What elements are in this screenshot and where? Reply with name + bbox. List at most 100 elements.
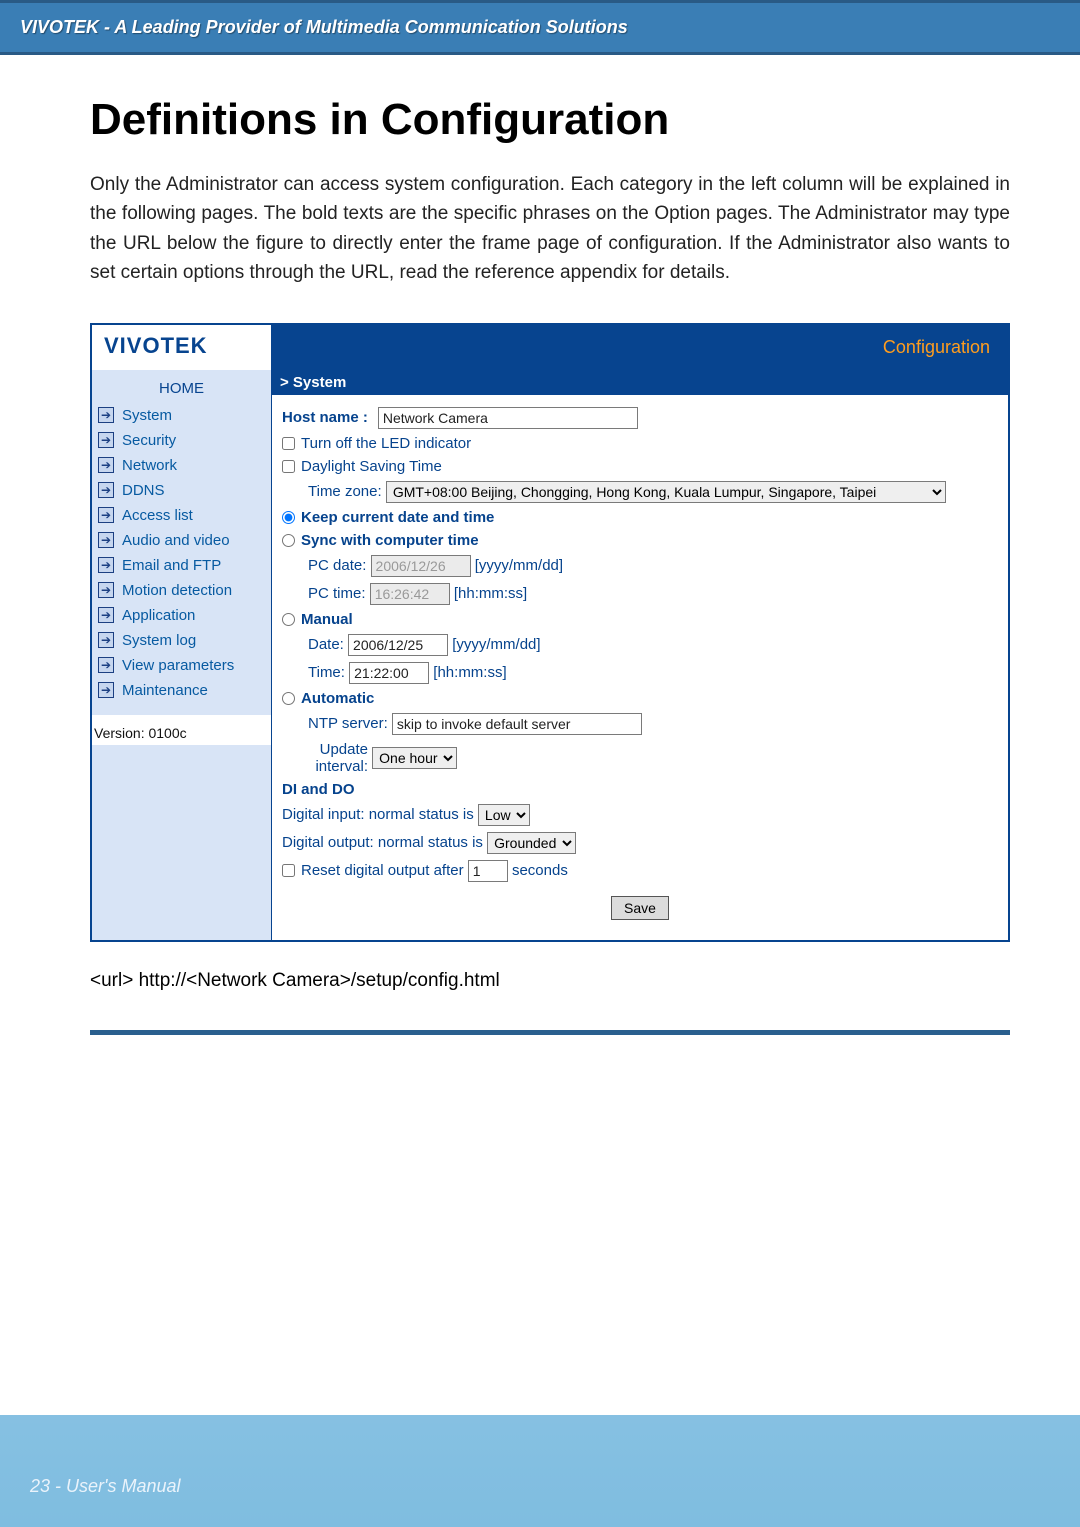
sidebar-item-security[interactable]: ➔ Security: [92, 428, 271, 453]
keep-current-radio[interactable]: [282, 511, 295, 524]
do-label: Digital output: normal status is: [282, 834, 483, 851]
manual-time-input[interactable]: [349, 662, 429, 684]
sidebar-item-label: Access list: [122, 507, 193, 524]
sidebar-item-email-ftp[interactable]: ➔ Email and FTP: [92, 553, 271, 578]
timezone-row: Time zone: GMT+08:00 Beijing, Chongging,…: [308, 481, 998, 503]
manual-time-row: Time: [hh:mm:ss]: [308, 662, 998, 684]
arrow-icon: ➔: [98, 657, 114, 673]
arrow-icon: ➔: [98, 607, 114, 623]
sidebar-item-view-parameters[interactable]: ➔ View parameters: [92, 653, 271, 678]
save-button[interactable]: Save: [611, 896, 669, 920]
pc-time-label: PC time:: [308, 585, 366, 602]
sidebar-item-access-list[interactable]: ➔ Access list: [92, 503, 271, 528]
doc-header: VIVOTEK - A Leading Provider of Multimed…: [0, 0, 1080, 55]
di-row: Digital input: normal status is Low: [282, 804, 998, 826]
turn-off-led-label: Turn off the LED indicator: [301, 435, 471, 452]
system-section-bar: > System: [272, 370, 1008, 395]
sidebar-item-label: DDNS: [122, 482, 165, 499]
manual-radio[interactable]: [282, 613, 295, 626]
pc-date-row: PC date: [yyyy/mm/dd]: [308, 555, 998, 577]
sync-computer-label: Sync with computer time: [301, 532, 479, 549]
sidebar-item-label: Audio and video: [122, 532, 230, 549]
config-panel: VIVOTEK Configuration HOME ➔ System ➔ Se…: [90, 323, 1010, 942]
update-interval-label: Update interval:: [308, 741, 368, 775]
ntp-label: NTP server:: [308, 715, 388, 732]
do-select[interactable]: Grounded: [487, 832, 576, 854]
pc-time-hint: [hh:mm:ss]: [454, 585, 527, 602]
sync-computer-radio[interactable]: [282, 534, 295, 547]
manual-date-row: Date: [yyyy/mm/dd]: [308, 634, 998, 656]
host-name-label: Host name :: [282, 409, 368, 426]
url-line: <url> http://<Network Camera>/setup/conf…: [90, 970, 1010, 992]
sidebar-item-network[interactable]: ➔ Network: [92, 453, 271, 478]
di-do-header: DI and DO: [282, 781, 998, 798]
arrow-icon: ➔: [98, 482, 114, 498]
led-row: Turn off the LED indicator: [282, 435, 998, 452]
arrow-icon: ➔: [98, 632, 114, 648]
sidebar-item-maintenance[interactable]: ➔ Maintenance: [92, 678, 271, 703]
reset-unit: seconds: [512, 862, 568, 879]
sidebar-item-motion-detection[interactable]: ➔ Motion detection: [92, 578, 271, 603]
footer-rule: [90, 1030, 1010, 1035]
update-interval-row: Update interval: One hour: [308, 741, 998, 775]
automatic-row: Automatic: [282, 690, 998, 707]
manual-time-label: Time:: [308, 664, 345, 681]
ntp-input[interactable]: [392, 713, 642, 735]
pc-date-label: PC date:: [308, 557, 366, 574]
pc-time-input: [370, 583, 450, 605]
sidebar-item-system-log[interactable]: ➔ System log: [92, 628, 271, 653]
config-top-row: VIVOTEK Configuration: [92, 325, 1008, 370]
ntp-row: NTP server:: [308, 713, 998, 735]
sidebar-item-label: System log: [122, 632, 196, 649]
intro-paragraph: Only the Administrator can access system…: [90, 170, 1010, 288]
reset-checkbox[interactable]: [282, 864, 295, 877]
config-body: HOME ➔ System ➔ Security ➔ Network ➔ DDN…: [92, 370, 1008, 940]
sidebar-item-label: Network: [122, 457, 177, 474]
daylight-row: Daylight Saving Time: [282, 458, 998, 475]
sync-computer-row: Sync with computer time: [282, 532, 998, 549]
do-row: Digital output: normal status is Grounde…: [282, 832, 998, 854]
pc-time-row: PC time: [hh:mm:ss]: [308, 583, 998, 605]
manual-time-hint: [hh:mm:ss]: [433, 664, 506, 681]
arrow-icon: ➔: [98, 407, 114, 423]
vivotek-logo: VIVOTEK: [104, 333, 208, 358]
sidebar-item-application[interactable]: ➔ Application: [92, 603, 271, 628]
page-title: Definitions in Configuration: [90, 95, 1010, 145]
sidebar-home[interactable]: HOME: [92, 374, 271, 403]
manual-date-input[interactable]: [348, 634, 448, 656]
page-body: Definitions in Configuration Only the Ad…: [0, 55, 1080, 1415]
sidebar-item-label: Application: [122, 607, 195, 624]
reset-input[interactable]: [468, 860, 508, 882]
reset-row: Reset digital output after seconds: [282, 860, 998, 882]
arrow-icon: ➔: [98, 582, 114, 598]
keep-current-row: Keep current date and time: [282, 509, 998, 526]
update-interval-select[interactable]: One hour: [372, 747, 457, 769]
di-select[interactable]: Low: [478, 804, 530, 826]
timezone-select[interactable]: GMT+08:00 Beijing, Chongging, Hong Kong,…: [386, 481, 946, 503]
daylight-checkbox[interactable]: [282, 460, 295, 473]
automatic-radio[interactable]: [282, 692, 295, 705]
page-footer: 23 - User's Manual: [30, 1476, 181, 1497]
manual-date-label: Date:: [308, 636, 344, 653]
sidebar-item-label: View parameters: [122, 657, 234, 674]
pc-date-hint: [yyyy/mm/dd]: [475, 557, 563, 574]
sidebar-item-ddns[interactable]: ➔ DDNS: [92, 478, 271, 503]
timezone-label: Time zone:: [308, 483, 382, 500]
sidebar-item-label: Motion detection: [122, 582, 232, 599]
sidebar-item-label: Maintenance: [122, 682, 208, 699]
arrow-icon: ➔: [98, 432, 114, 448]
arrow-icon: ➔: [98, 557, 114, 573]
turn-off-led-checkbox[interactable]: [282, 437, 295, 450]
di-label: Digital input: normal status is: [282, 806, 474, 823]
sidebar-item-label: Email and FTP: [122, 557, 221, 574]
sidebar-item-system[interactable]: ➔ System: [92, 403, 271, 428]
save-row: Save: [282, 896, 998, 920]
arrow-icon: ➔: [98, 532, 114, 548]
config-main: > System Host name : Turn off the LED in…: [272, 370, 1008, 940]
manual-row: Manual: [282, 611, 998, 628]
sidebar-item-audio-video[interactable]: ➔ Audio and video: [92, 528, 271, 553]
sidebar-item-label: Security: [122, 432, 176, 449]
config-title: Configuration: [272, 325, 1008, 370]
logo-cell: VIVOTEK: [92, 325, 272, 370]
host-name-input[interactable]: [378, 407, 638, 429]
